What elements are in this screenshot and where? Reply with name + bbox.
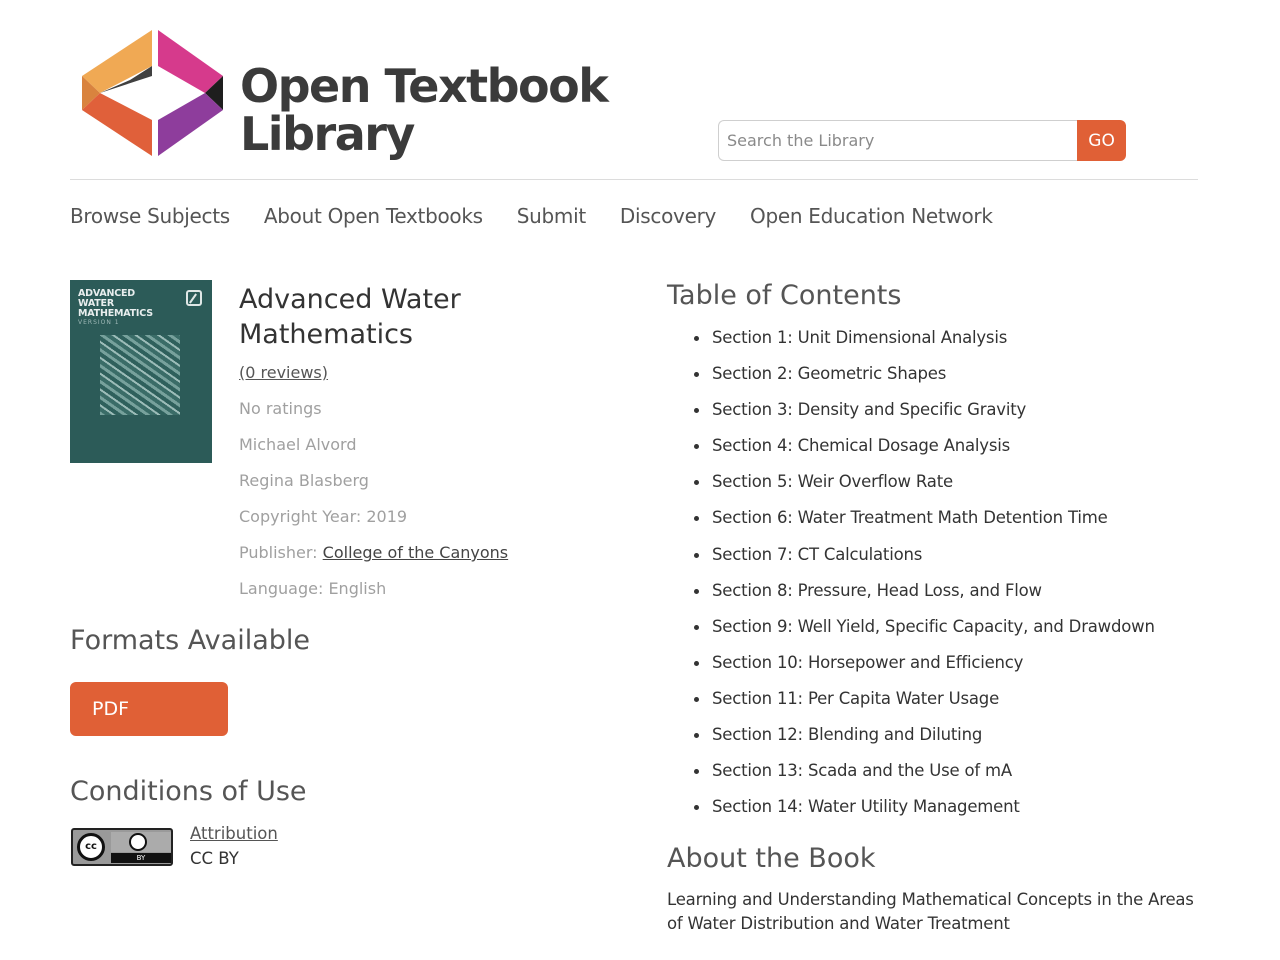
toc-item: Section 9: Well Yield, Specific Capacity… <box>694 615 1155 651</box>
ratings-text: No ratings <box>239 399 322 418</box>
toc-heading: Table of Contents <box>667 280 902 311</box>
site-logo-text[interactable]: Open Textbook Library <box>240 59 609 161</box>
toc-item: Section 11: Per Capita Water Usage <box>694 687 1155 723</box>
nav-about-open-textbooks[interactable]: About Open Textbooks <box>264 204 483 228</box>
attribution-link[interactable]: Attribution <box>190 824 278 843</box>
publisher: Publisher: College of the Canyons <box>239 543 508 562</box>
attribution-person-icon <box>129 833 147 851</box>
by-label: BY <box>111 853 171 863</box>
toc-item: Section 8: Pressure, Head Loss, and Flow <box>694 579 1155 615</box>
copyright-year: Copyright Year: 2019 <box>239 507 408 526</box>
search-go-button[interactable]: GO <box>1077 120 1126 161</box>
toc-item: Section 1: Unit Dimensional Analysis <box>694 326 1155 362</box>
toc-item: Section 10: Horsepower and Efficiency <box>694 651 1155 687</box>
search-input[interactable] <box>718 120 1078 161</box>
cover-artwork <box>100 335 180 415</box>
toc-item: Section 7: CT Calculations <box>694 543 1155 579</box>
toc-item: Section 5: Weir Overflow Rate <box>694 470 1155 506</box>
header-divider <box>70 179 1198 180</box>
toc-item: Section 14: Water Utility Management <box>694 795 1155 831</box>
about-description: Learning and Understanding Mathematical … <box>667 890 1194 933</box>
toc-item: Section 13: Scada and the Use of mA <box>694 759 1155 795</box>
open-textbook-library-logo-icon[interactable] <box>80 28 225 158</box>
author-2: Regina Blasberg <box>239 471 369 490</box>
toc-item: Section 3: Density and Specific Gravity <box>694 398 1155 434</box>
cover-title: ADVANCED WATER MATHEMATICS <box>78 289 153 319</box>
toc-list: Section 1: Unit Dimensional Analysis Sec… <box>694 326 1155 831</box>
author-1: Michael Alvord <box>239 435 357 454</box>
nav-submit[interactable]: Submit <box>517 204 586 228</box>
cover-badge-icon <box>186 290 202 306</box>
reviews-link[interactable]: (0 reviews) <box>239 363 328 382</box>
publisher-link[interactable]: College of the Canyons <box>323 543 508 562</box>
conditions-heading: Conditions of Use <box>70 776 307 807</box>
toc-item: Section 6: Water Treatment Math Detentio… <box>694 506 1155 542</box>
toc-item: Section 12: Blending and Diluting <box>694 723 1155 759</box>
cover-version: VERSION 1 <box>78 319 120 326</box>
cover-title-line-3: MATHEMATICS <box>78 308 153 319</box>
toc-item: Section 2: Geometric Shapes <box>694 362 1155 398</box>
main-nav: Browse Subjects About Open Textbooks Sub… <box>70 204 1027 228</box>
pdf-download-button[interactable]: PDF <box>70 682 228 736</box>
logo-line-1: Open Textbook <box>240 59 609 113</box>
publisher-label: Publisher: <box>239 543 318 562</box>
about-heading: About the Book <box>667 843 876 874</box>
cc-by-license-icon[interactable]: cc BY <box>71 828 173 866</box>
nav-browse-subjects[interactable]: Browse Subjects <box>70 204 230 228</box>
toc-item: Section 4: Chemical Dosage Analysis <box>694 434 1155 470</box>
nav-discovery[interactable]: Discovery <box>620 204 716 228</box>
nav-open-education-network[interactable]: Open Education Network <box>750 204 993 228</box>
language: Language: English <box>239 579 387 598</box>
book-title: Advanced Water Mathematics <box>239 284 461 350</box>
book-cover[interactable]: ADVANCED WATER MATHEMATICS VERSION 1 <box>70 280 212 463</box>
formats-heading: Formats Available <box>70 625 311 656</box>
license-code: CC BY <box>190 849 239 868</box>
search-form: GO <box>718 120 1126 161</box>
logo-line-2: Library <box>240 107 415 161</box>
cc-icon: cc <box>77 833 105 861</box>
